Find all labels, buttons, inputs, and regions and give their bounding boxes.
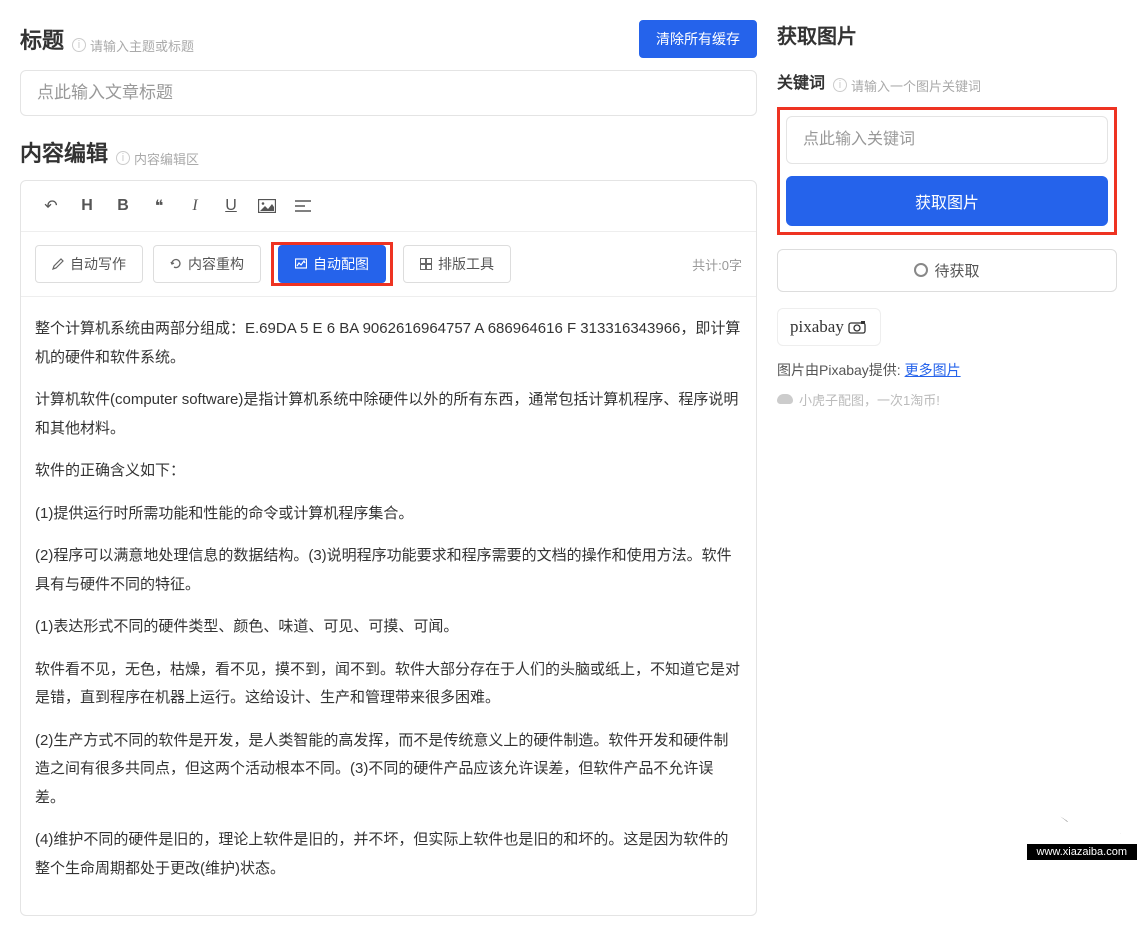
cloud-icon	[777, 394, 793, 404]
content-paragraph: (1)提供运行时所需功能和性能的命令或计算机程序集合。	[35, 500, 742, 529]
action-toolbar: 自动写作 内容重构 自动配图 排版工具 共计:0字	[21, 232, 756, 297]
editor-box: ↶ H B ❝ I U 自动写作 内	[20, 180, 757, 916]
image-panel-title: 获取图片	[777, 20, 1117, 49]
layout-tool-button[interactable]: 排版工具	[403, 245, 511, 283]
watermark-url: www.xiazaiba.com	[1027, 844, 1137, 860]
pixabay-logo: pixabay	[790, 317, 868, 337]
char-count: 共计:0字	[692, 255, 742, 274]
watermark-logo: 下载吧	[1035, 792, 1137, 844]
editor-hint: i 内容编辑区	[116, 149, 199, 168]
pencil-icon	[52, 258, 64, 270]
format-toolbar: ↶ H B ❝ I U	[21, 181, 756, 232]
keyword-input[interactable]	[786, 116, 1108, 164]
keyword-hint: i 请输入一个图片关键词	[833, 76, 981, 95]
pixabay-card: pixabay	[777, 308, 881, 346]
grid-icon	[420, 258, 432, 270]
content-paragraph: (4)维护不同的硬件是旧的，理论上软件是旧的，并不坏，但实际上软件也是旧的和坏的…	[35, 826, 742, 883]
info-icon: i	[833, 78, 847, 92]
title-hint: i 请输入主题或标题	[72, 36, 194, 55]
content-paragraph: 软件的正确含义如下：	[35, 457, 742, 486]
info-icon: i	[116, 151, 130, 165]
quote-icon[interactable]: ❝	[143, 191, 175, 221]
more-images-link[interactable]: 更多图片	[905, 362, 961, 378]
auto-image-button[interactable]: 自动配图	[278, 245, 386, 283]
content-paragraph: 软件看不见，无色，枯燥，看不见，摸不到，闻不到。软件大部分存在于人们的头脑或纸上…	[35, 656, 742, 713]
title-label: 标题	[20, 23, 64, 55]
info-icon: i	[72, 38, 86, 52]
refresh-icon	[170, 258, 182, 270]
heading-icon[interactable]: H	[71, 191, 103, 221]
circle-icon	[914, 263, 928, 277]
watermark: 下载吧 www.xiazaiba.com	[1027, 792, 1137, 860]
restructure-button[interactable]: 内容重构	[153, 245, 261, 283]
fetch-image-button[interactable]: 获取图片	[786, 176, 1108, 226]
pending-button[interactable]: 待获取	[777, 249, 1117, 292]
content-paragraph: 整个计算机系统由两部分组成：E.69DA 5 E 6 BA 9062616964…	[35, 315, 742, 372]
content-paragraph: (1)表达形式不同的硬件类型、颜色、味道、可见、可摸、可闻。	[35, 613, 742, 642]
auto-write-button[interactable]: 自动写作	[35, 245, 143, 283]
image-icon[interactable]	[251, 191, 283, 221]
undo-icon[interactable]: ↶	[35, 191, 67, 221]
italic-icon[interactable]: I	[179, 191, 211, 221]
keyword-label: 关键词	[777, 69, 825, 93]
underline-icon[interactable]: U	[215, 191, 247, 221]
image-small-icon	[295, 258, 307, 270]
keyword-highlight-area: 获取图片	[777, 107, 1117, 235]
content-paragraph: (2)程序可以满意地处理信息的数据结构。(3)说明程序功能要求和程序需要的文档的…	[35, 542, 742, 599]
editor-label: 内容编辑	[20, 136, 108, 168]
camera-icon	[848, 320, 868, 334]
content-paragraph: (2)生产方式不同的软件是开发，是人类智能的高发挥，而不是传统意义上的硬件制造。…	[35, 727, 742, 813]
article-title-input[interactable]	[20, 70, 757, 116]
provider-info: 图片由Pixabay提供: 更多图片	[777, 360, 1117, 380]
title-section-header: 标题 i 请输入主题或标题 清除所有缓存	[20, 20, 757, 58]
auto-image-highlight: 自动配图	[271, 242, 393, 286]
content-paragraph: 计算机软件(computer software)是指计算机系统中除硬件以外的所有…	[35, 386, 742, 443]
clear-cache-button[interactable]: 清除所有缓存	[639, 20, 757, 58]
footer-hint: 小虎子配图，一次1淘币!	[777, 390, 1117, 409]
editor-content[interactable]: 整个计算机系统由两部分组成：E.69DA 5 E 6 BA 9062616964…	[21, 297, 756, 915]
align-icon[interactable]	[287, 191, 319, 221]
bold-icon[interactable]: B	[107, 191, 139, 221]
